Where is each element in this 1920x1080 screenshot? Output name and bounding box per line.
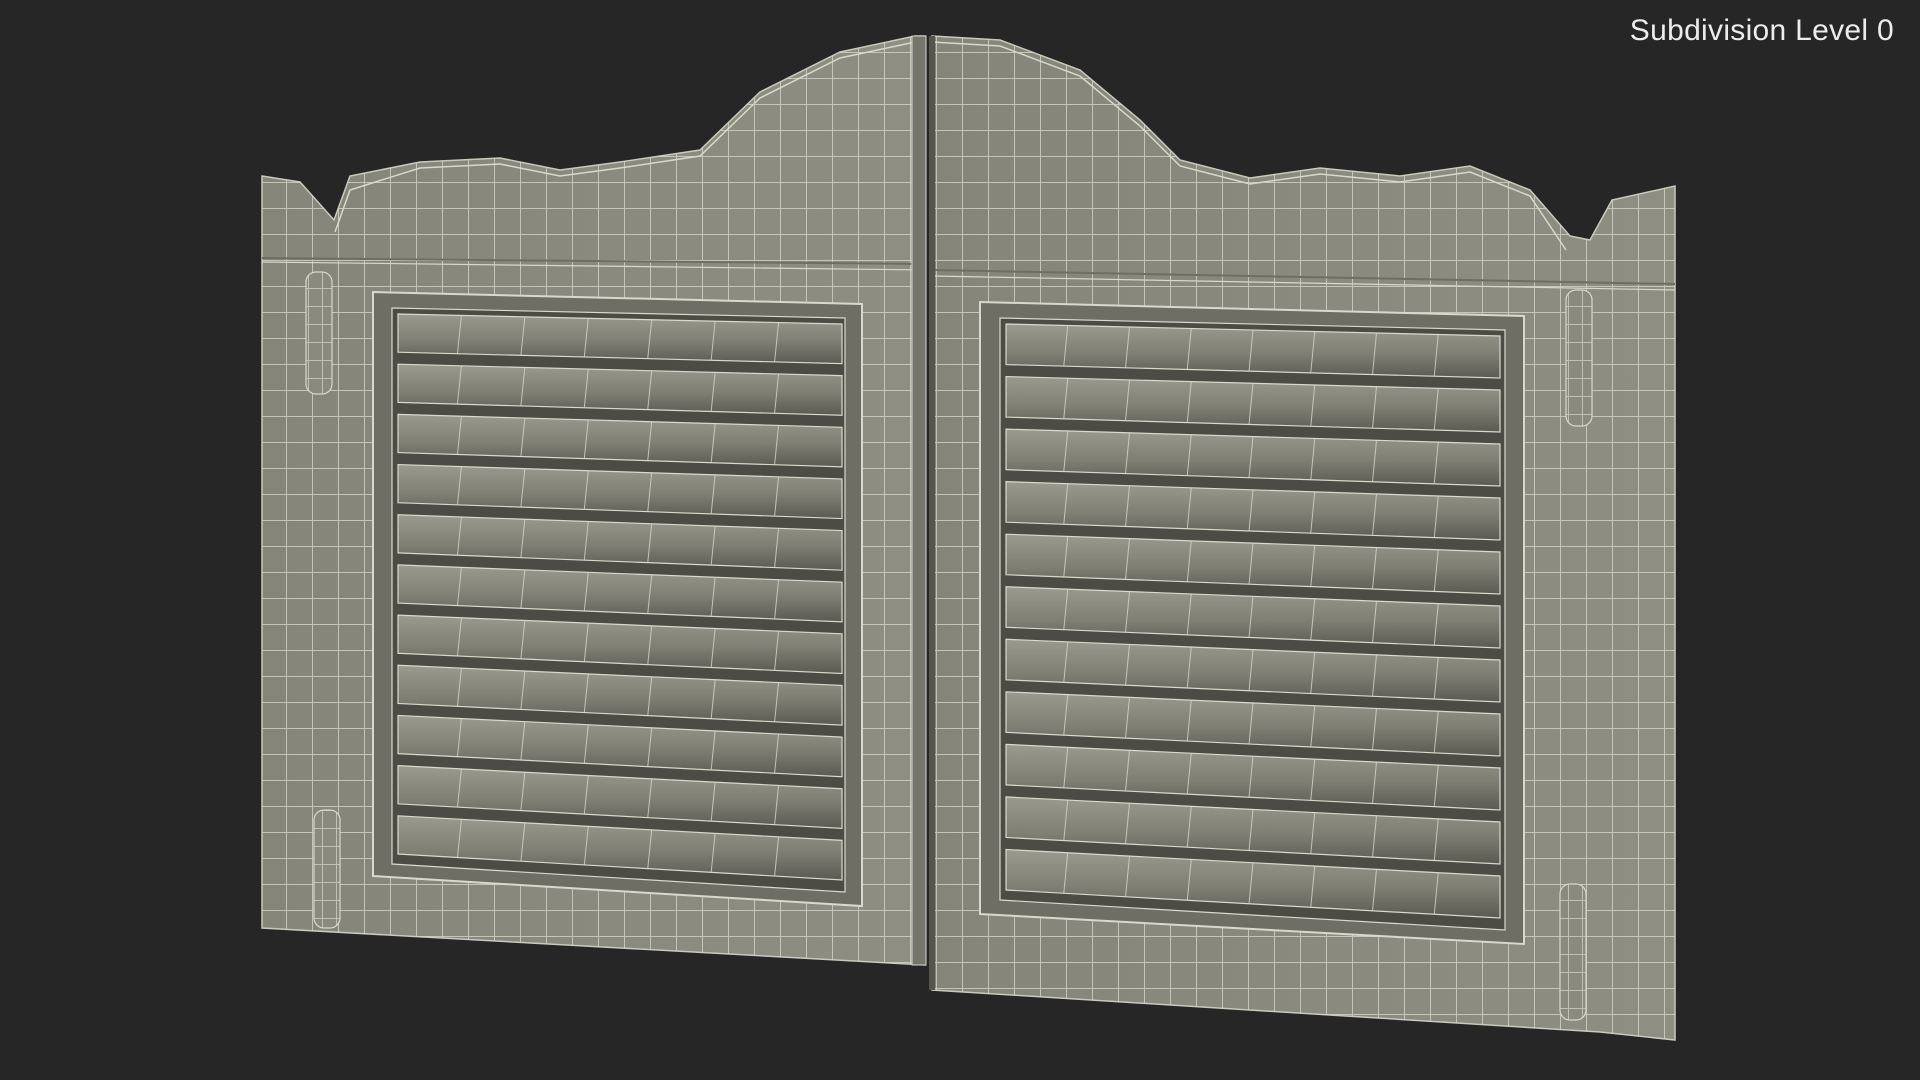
- hinge-top-right: [1565, 289, 1593, 427]
- hinge-bottom-right: [1559, 883, 1587, 1021]
- right-louver-panel: [979, 300, 1525, 946]
- left-louver-slats: [397, 313, 843, 881]
- hinge-bottom-left: [313, 809, 341, 929]
- 3d-viewport: [261, 35, 1676, 1041]
- hinge-top-left: [305, 271, 333, 395]
- left-louver-panel: [372, 290, 863, 908]
- right-louver-slats: [1005, 323, 1501, 919]
